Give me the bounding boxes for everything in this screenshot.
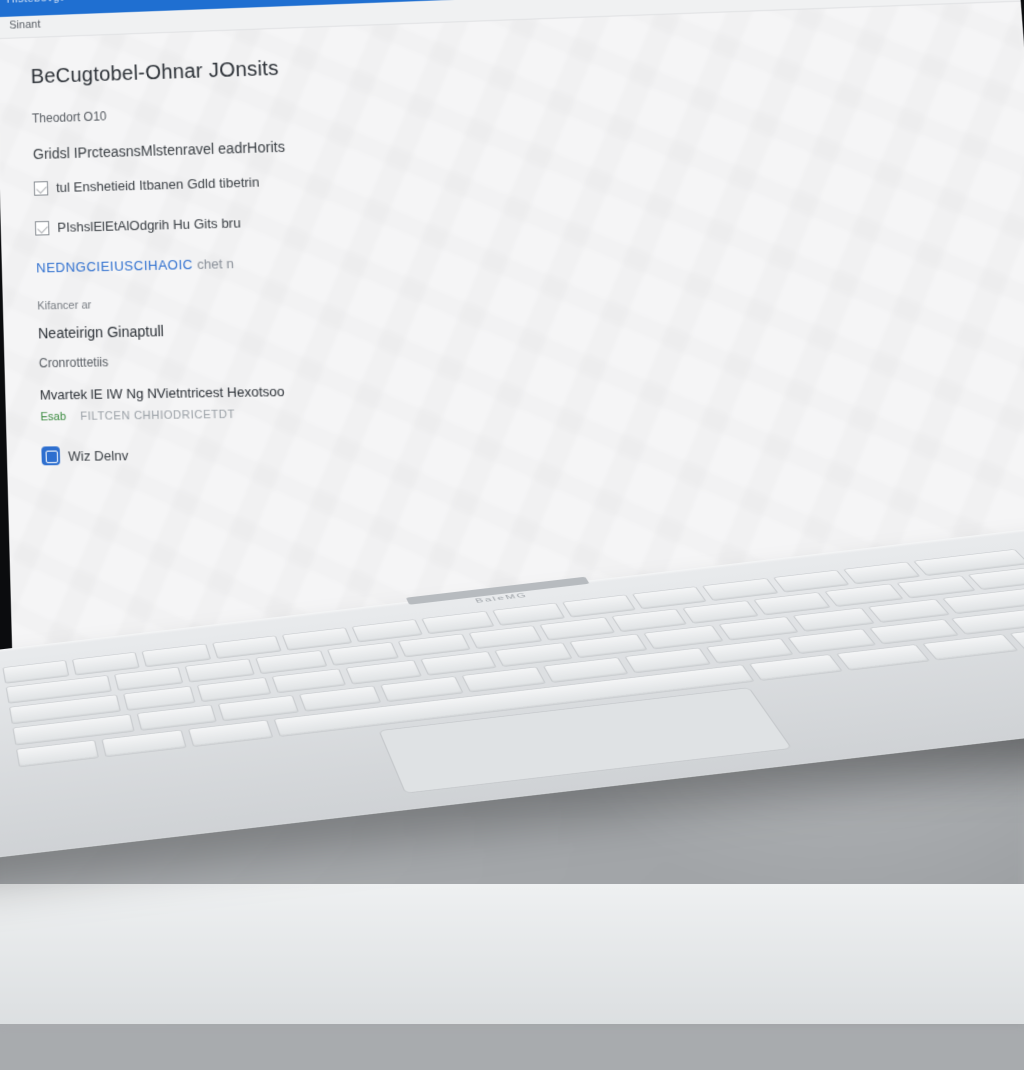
checkbox-row-2[interactable]: PIshslElEtAlOdgrih Hu Gits bru xyxy=(35,196,998,236)
app-icon xyxy=(41,446,60,465)
app-label: Wiz Delnv xyxy=(68,447,129,463)
caption: Kifancer ar xyxy=(37,281,1004,313)
checkbox-icon[interactable] xyxy=(34,181,49,196)
page-title: BeCugtobel-Ohnar JOnsits xyxy=(30,33,986,89)
section-heading: Gridsl IPrcteasnsMlstenravel eadrHorits xyxy=(33,117,993,162)
category-line: Cronrotttetiis xyxy=(39,340,1009,371)
checkbox-label-1: tul Enshetieid Itbanen Gdld tibetrin xyxy=(56,174,260,195)
meta-line: Theodort O10 xyxy=(32,81,990,126)
checkbox-row-1[interactable]: tul Enshetieid Itbanen Gdld tibetrin xyxy=(34,154,995,196)
link-tail: chet n xyxy=(197,256,234,272)
link-text: NEDNGCIEIUSCIHAOIC xyxy=(36,257,193,276)
status-row: Esab FILTCEN CHHIODRICETDT xyxy=(40,398,1013,424)
checkbox-icon[interactable] xyxy=(35,220,50,235)
author-line: Neateirign Ginaptull xyxy=(38,307,1007,342)
subbar-label: Sinant xyxy=(9,19,40,32)
primary-link[interactable]: NEDNGCIEIUSCIHAOIC chet n xyxy=(36,238,1002,275)
status-label: Esab xyxy=(40,411,66,424)
laptop: Histebovgt Bauraner Sinant BeCugtobel-Oh… xyxy=(0,0,1024,1070)
checkbox-label-2: PIshslElEtAlOdgrih Hu Gits bru xyxy=(57,215,241,235)
status-extra: FILTCEN CHHIODRICETDT xyxy=(80,408,235,423)
topbar-left-label: Histebovgt xyxy=(6,0,63,6)
page-content: BeCugtobel-Ohnar JOnsits Theodort O10 Gr… xyxy=(0,2,1024,487)
app-badge[interactable]: Wiz Delnv xyxy=(41,436,1016,466)
description-line: Mvartek lE IW Ng NVietntricest Hexotsoo xyxy=(40,373,1012,403)
